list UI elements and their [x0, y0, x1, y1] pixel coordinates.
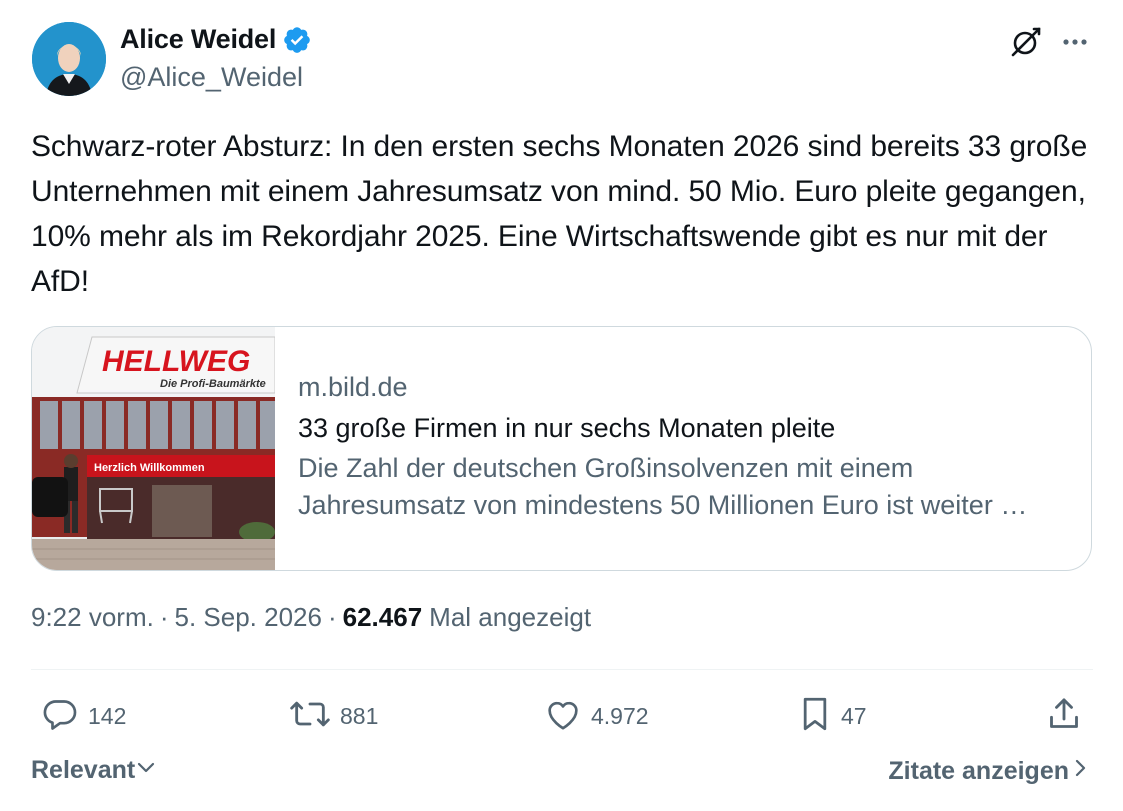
grok-icon[interactable] [1006, 22, 1046, 62]
banner-text: Herzlich Willkommen [94, 462, 205, 474]
sort-label: Relevant [31, 756, 136, 784]
tweet-text: Schwarz-roter Absturz: In den ersten sec… [31, 130, 1088, 298]
link-card-title: 33 große Firmen in nur sechs Monaten ple… [298, 413, 836, 443]
meta-separator: · [327, 602, 337, 632]
bookmark-button[interactable]: 47 [797, 694, 867, 739]
like-count: 4.972 [591, 703, 649, 729]
verified-badge-icon [282, 25, 312, 55]
heart-icon [543, 694, 583, 739]
more-icon[interactable] [1055, 22, 1095, 62]
sign-subtext: Die Profi-Baumärkte [160, 378, 266, 390]
tweet-time[interactable]: 9:22 vorm. [31, 602, 154, 633]
reply-button[interactable]: 142 [40, 694, 126, 739]
share-icon [1044, 694, 1084, 739]
link-card-description: Die Zahl der deutschen Großinsolvenzen m… [298, 453, 1028, 520]
sign-text: HELLWEG [102, 345, 250, 378]
chevron-down-icon [135, 756, 157, 785]
reply-icon [40, 694, 80, 739]
share-button[interactable] [1044, 694, 1084, 739]
link-card-domain: m.bild.de [298, 372, 408, 402]
repost-button[interactable]: 881 [288, 694, 378, 739]
link-card-meta[interactable]: m.bild.de 33 große Firmen in nur sechs M… [298, 369, 1073, 524]
bookmark-count: 47 [841, 703, 867, 729]
author-name[interactable]: Alice Weidel [120, 24, 276, 55]
reply-count: 142 [88, 703, 127, 729]
author-handle[interactable]: @Alice_Weidel [120, 62, 303, 93]
meta-separator: · [159, 602, 169, 632]
avatar-image [32, 22, 106, 96]
views-count: 62.467 [342, 602, 423, 632]
repost-count: 881 [340, 703, 379, 729]
sort-dropdown[interactable]: Relevant [31, 756, 157, 785]
link-card[interactable]: HELLWEG Die Profi-Baumärkte Herzlich Wil [31, 326, 1092, 571]
action-bar: 142 881 4.972 47 [0, 694, 1123, 736]
views-label: Mal angezeigt [429, 602, 592, 632]
tweet-meta: 9:22 vorm. · 5. Sep. 2026 · 62.467 Mal a… [31, 602, 591, 633]
like-button[interactable]: 4.972 [543, 694, 649, 739]
divider [31, 669, 1093, 670]
chevron-right-icon [1069, 756, 1091, 787]
bookmark-icon [797, 694, 833, 739]
tweet-date[interactable]: 5. Sep. 2026 [175, 602, 322, 633]
view-quotes-link[interactable]: Zitate anzeigen [888, 756, 1091, 787]
quotes-label: Zitate anzeigen [888, 757, 1069, 785]
replies-header: Relevant Zitate anzeigen [31, 756, 1091, 796]
link-card-image: HELLWEG Die Profi-Baumärkte Herzlich Wil [32, 327, 276, 570]
avatar[interactable] [32, 22, 106, 96]
author-name-row[interactable]: Alice Weidel [120, 24, 312, 55]
repost-icon [288, 694, 332, 739]
